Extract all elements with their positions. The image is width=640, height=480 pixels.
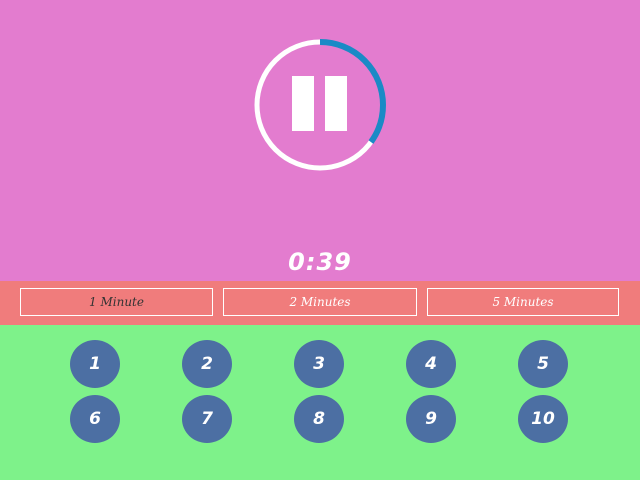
duration-5-minutes-button[interactable]: 5 Minutes bbox=[427, 288, 619, 316]
pause-bar-right bbox=[325, 76, 347, 131]
number-button-6[interactable]: 6 bbox=[70, 395, 120, 443]
number-button-3[interactable]: 3 bbox=[294, 340, 344, 388]
number-button-8[interactable]: 8 bbox=[294, 395, 344, 443]
number-button-2[interactable]: 2 bbox=[182, 340, 232, 388]
duration-1-minute-button[interactable]: 1 Minute bbox=[20, 288, 213, 316]
number-button-9[interactable]: 9 bbox=[406, 395, 456, 443]
time-remaining: 0:39 bbox=[288, 248, 352, 276]
number-button-5[interactable]: 5 bbox=[518, 340, 568, 388]
duration-2-minutes-button[interactable]: 2 Minutes bbox=[223, 288, 417, 316]
pause-bar-left bbox=[292, 76, 314, 131]
number-button-4[interactable]: 4 bbox=[406, 340, 456, 388]
timer-panel: 0:39 bbox=[0, 0, 640, 281]
number-button-10[interactable]: 10 bbox=[518, 395, 568, 443]
number-button-1[interactable]: 1 bbox=[70, 340, 120, 388]
number-button-7[interactable]: 7 bbox=[182, 395, 232, 443]
progress-ring bbox=[254, 39, 386, 171]
